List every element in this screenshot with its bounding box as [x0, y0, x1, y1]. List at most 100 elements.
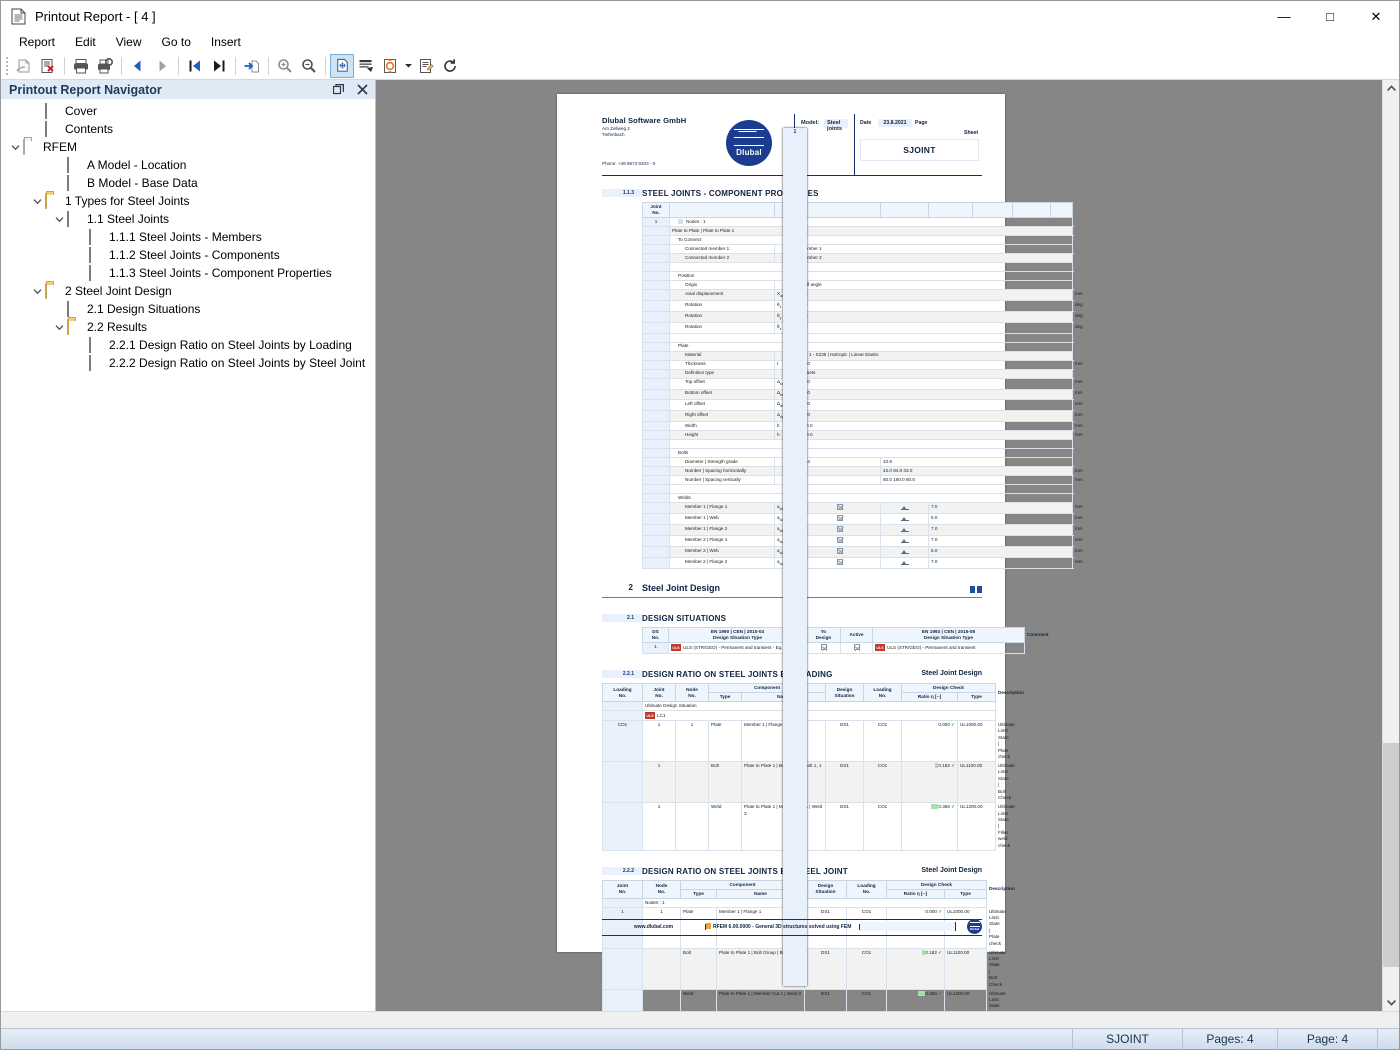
- property-value: Offsets: [798, 368, 1073, 379]
- ds-col-4: EN 1993 | CEN | 2015-08 Design Situation …: [872, 627, 1025, 644]
- property-value: 1 - S235 | Isotropic | Linear Elastic: [798, 350, 1073, 361]
- property-label: Height: [669, 430, 775, 441]
- tree-item[interactable]: 2.2 Results: [1, 318, 375, 336]
- expand-collapse-icon[interactable]: [29, 193, 45, 209]
- dropdown-arrow-icon[interactable]: [402, 54, 414, 78]
- expand-collapse-icon[interactable]: [51, 319, 67, 335]
- check-type: UL1100.00: [944, 947, 988, 990]
- ratio-bar: [922, 949, 926, 955]
- maximize-button[interactable]: □: [1307, 1, 1353, 32]
- tree-item[interactable]: 1.1.3 Steel Joints - Component Propertie…: [1, 264, 375, 282]
- property-label: Definition type: [669, 368, 775, 379]
- toolbar-separator: [268, 56, 269, 75]
- tree-item[interactable]: 1.1 Steel Joints: [1, 210, 375, 228]
- ds-active-checkbox[interactable]: [840, 642, 873, 655]
- table-row: Rotationθx0.0deg: [642, 299, 1083, 312]
- menu-goto[interactable]: Go to: [152, 33, 201, 51]
- close-icon[interactable]: [355, 83, 369, 97]
- table-row: Top offsetΔtop10.0mm: [642, 377, 1083, 390]
- toolbar-grip[interactable]: [5, 55, 10, 76]
- report-preview-viewport[interactable]: Dlubal Software GmbH Am Zellweg 2 Tiefen…: [376, 80, 1399, 1011]
- property-label: Rotation: [669, 321, 775, 334]
- tree-item[interactable]: 2.2.1 Design Ratio on Steel Joints by Lo…: [1, 336, 375, 354]
- expand-collapse-icon[interactable]: [51, 211, 67, 227]
- scroll-down-button[interactable]: [1383, 994, 1399, 1011]
- scroll-up-button[interactable]: [1383, 80, 1399, 97]
- ratio-bar: [918, 909, 925, 914]
- property-label: Rotation: [669, 299, 775, 312]
- menu-edit[interactable]: Edit: [65, 33, 106, 51]
- table-row: Number | Spacing vertically 280.0 160.0 8…: [642, 475, 1083, 486]
- tree-item-icon: [67, 319, 83, 335]
- expand-collapse-icon[interactable]: [7, 139, 23, 155]
- tree-item[interactable]: 1 Types for Steel Joints: [1, 192, 375, 210]
- property-value: 2: [798, 466, 881, 477]
- weld-value: 7.0: [928, 502, 1073, 515]
- menu-insert[interactable]: Insert: [201, 33, 251, 51]
- check-ok-icon: ✓: [951, 722, 956, 728]
- vertical-scroll-track[interactable]: [1383, 97, 1399, 994]
- tree-item[interactable]: A Model - Location: [1, 156, 375, 174]
- tree-item[interactable]: 1.1.2 Steel Joints - Components: [1, 246, 375, 264]
- menu-view[interactable]: View: [106, 33, 152, 51]
- first-page-icon[interactable]: [183, 54, 207, 78]
- tree-item[interactable]: RFEM: [1, 138, 375, 156]
- delete-report-icon[interactable]: [36, 54, 60, 78]
- design-situation: DS1: [804, 947, 848, 990]
- node-no: [675, 802, 709, 851]
- close-button[interactable]: ✕: [1353, 1, 1399, 32]
- weld-checkbox: [798, 513, 881, 526]
- table-row: Welds: [642, 493, 1073, 504]
- zoom-out-icon[interactable]: [297, 54, 321, 78]
- tree-item[interactable]: B Model - Base Data: [1, 174, 375, 192]
- property-value: 10.0: [798, 388, 1073, 401]
- property-value: 170.0: [798, 421, 1073, 432]
- document-icon: [11, 8, 26, 25]
- restore-icon[interactable]: [331, 83, 345, 97]
- menu-report[interactable]: Report: [9, 33, 65, 51]
- open-report-icon[interactable]: [12, 54, 36, 78]
- zoom-in-icon[interactable]: [273, 54, 297, 78]
- print-setup-icon[interactable]: [93, 54, 117, 78]
- tree-item[interactable]: Cover: [1, 102, 375, 120]
- next-page-icon[interactable]: [150, 54, 174, 78]
- last-page-icon[interactable]: [207, 54, 231, 78]
- minimize-button[interactable]: —: [1261, 1, 1307, 32]
- print-icon[interactable]: [69, 54, 93, 78]
- report-tree[interactable]: Cover Contents RFEM A Model - Location B Mod…: [1, 99, 375, 1011]
- previous-page-icon[interactable]: [126, 54, 150, 78]
- tree-item[interactable]: 2 Steel Joint Design: [1, 282, 375, 300]
- vertical-scroll-thumb[interactable]: [1383, 742, 1399, 968]
- check-type: UL1200.00: [944, 988, 988, 1011]
- joint-no-cell: [642, 535, 670, 548]
- status-resize-grip[interactable]: [1377, 1028, 1399, 1050]
- page-layout-icon[interactable]: [354, 54, 378, 78]
- edit-report-icon[interactable]: [414, 54, 438, 78]
- vertical-scrollbar[interactable]: [1382, 80, 1399, 1011]
- tree-item[interactable]: 2.1 Design Situations: [1, 300, 375, 318]
- ds-col-3: Active: [840, 627, 873, 644]
- fit-page-icon[interactable]: [330, 53, 354, 78]
- meta-block: Date 23.8.2021 Page 4/4 Sheet 1 SJOINT: [783, 114, 982, 986]
- chapter-2-title: Steel Joint Design: [642, 583, 721, 594]
- refresh-icon[interactable]: [438, 54, 462, 78]
- check-ok-icon: ✓: [938, 949, 943, 955]
- joint-no-cell: [642, 475, 670, 486]
- joint-no-cell: [642, 513, 670, 526]
- toolbar-separator: [325, 56, 326, 75]
- tree-item[interactable]: 1.1.1 Steel Joints - Members: [1, 228, 375, 246]
- expand-collapse-icon[interactable]: [29, 283, 45, 299]
- tree-item[interactable]: 2.2.2 Design Ratio on Steel Joints by St…: [1, 354, 375, 372]
- tree-item-icon: [67, 157, 83, 173]
- joint-no-cell: [642, 341, 670, 352]
- ds-to-design-checkbox[interactable]: [806, 642, 841, 655]
- report-settings-icon[interactable]: [378, 54, 402, 78]
- group-label: Ultimate Design Situation: [641, 701, 997, 712]
- go-to-page-icon[interactable]: [240, 54, 264, 78]
- tree-item[interactable]: Contents: [1, 120, 375, 138]
- horizontal-scrollbar[interactable]: [1, 1011, 1399, 1028]
- section-222-number: 2.2.2: [602, 866, 642, 875]
